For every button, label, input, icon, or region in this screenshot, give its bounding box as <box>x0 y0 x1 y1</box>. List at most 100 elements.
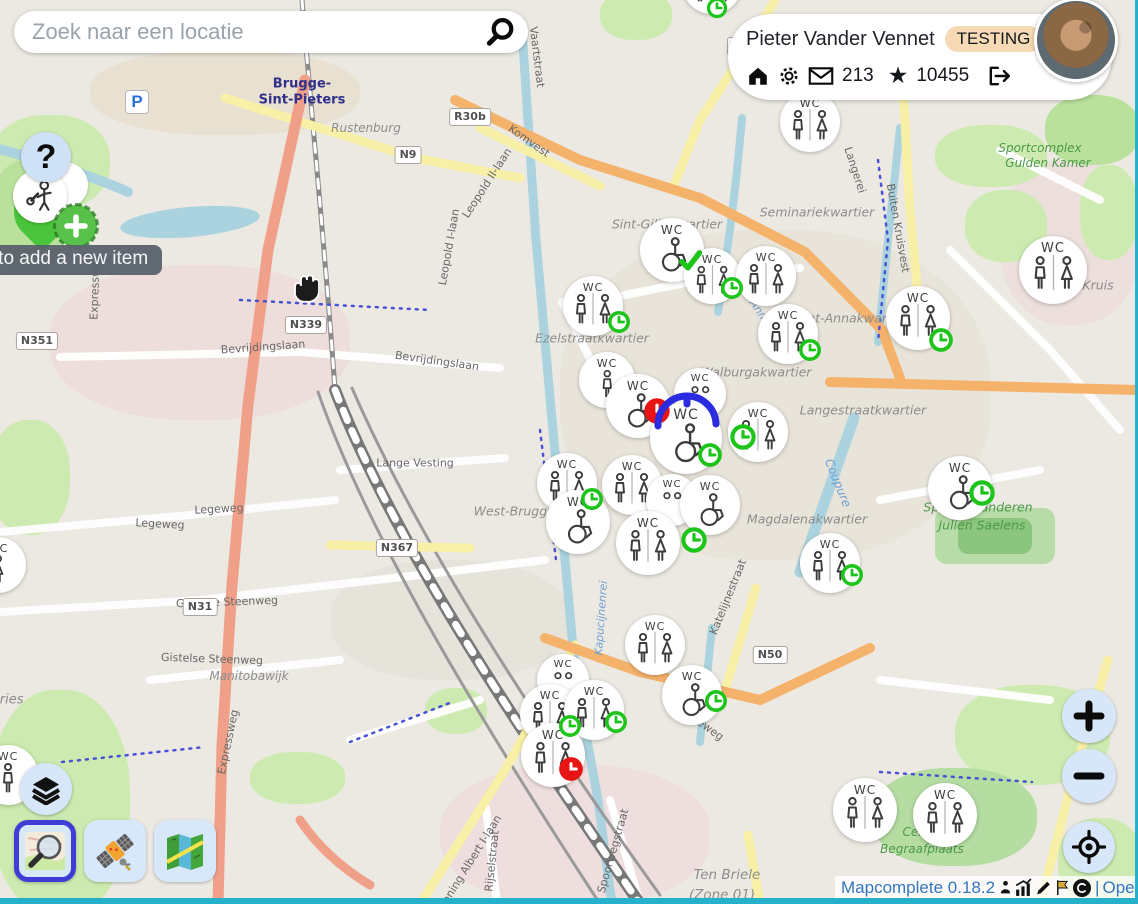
messages-count[interactable]: 213 <box>842 65 874 87</box>
clock-open-badge-icon <box>606 309 632 335</box>
help-button[interactable]: ? <box>21 132 71 182</box>
road-ref-badge: N50 <box>753 646 788 664</box>
attribution-bar: Mapcomplete 0.18.2 | OpenStreetMap <box>835 876 1138 899</box>
folded-map-icon <box>162 828 208 874</box>
layers-button[interactable] <box>20 763 72 815</box>
marker-wc-label: WC <box>663 480 682 490</box>
marker-wc-label: WC <box>691 374 710 384</box>
satellite-icon <box>92 828 138 874</box>
background-chooser <box>14 820 216 882</box>
clock-open-badge-icon <box>719 275 745 301</box>
road-ref-badge: N367 <box>376 539 418 557</box>
road-ref-badge: N339 <box>285 316 327 334</box>
clock-open-badge-icon <box>557 713 583 739</box>
road-ref-badge: N31 <box>183 598 218 616</box>
star-icon: ★ <box>888 64 909 87</box>
marker-wc-label: WC <box>820 539 841 550</box>
license-icon[interactable] <box>1072 878 1092 898</box>
map-marker-wc[interactable]: WC <box>913 783 977 847</box>
marker-wc-label: WC <box>934 789 956 801</box>
clock-open-badge-icon <box>797 337 823 363</box>
user-panel[interactable]: Pieter Vander Vennet TESTING 213 ★ <box>728 14 1112 100</box>
marker-wc-label: WC <box>627 380 649 392</box>
marker-wc-label: WC <box>907 292 929 304</box>
geolocate-icon <box>1071 829 1107 865</box>
clock-open-badge-icon <box>728 422 758 452</box>
user-avatar[interactable] <box>1034 0 1118 82</box>
mapcomplete-app: Brugge-Sint-PietersRustenburgVaartstraat… <box>0 0 1138 904</box>
changes-chart-icon[interactable] <box>1014 878 1033 897</box>
clock-closed-badge-icon <box>557 755 585 783</box>
zoom-in-button[interactable] <box>1062 689 1116 743</box>
map-marker-wc[interactable]: WC <box>736 246 796 306</box>
marker-wc-label: WC <box>700 481 721 492</box>
background-satellite-button[interactable] <box>84 820 146 882</box>
marker-wc-label: WC <box>682 671 703 682</box>
openstreetmap-link[interactable]: OpenStreetMap <box>1102 878 1138 898</box>
geolocate-button[interactable] <box>1063 821 1115 873</box>
map-canvas[interactable]: Brugge-Sint-PietersRustenburgVaartstraat… <box>0 0 1138 904</box>
selection-arc <box>652 392 722 432</box>
marker-wc-label: WC <box>583 282 604 293</box>
bottom-edge-bar <box>0 898 1138 904</box>
clock-open-badge-icon <box>839 562 865 588</box>
clock-open-badge-icon <box>603 709 629 735</box>
marker-wc-label: WC <box>597 358 618 369</box>
attribution-icons <box>998 878 1092 898</box>
parking-icon: P <box>125 90 149 114</box>
testing-badge: TESTING <box>945 26 1043 52</box>
marker-wc-label: WC <box>1041 242 1065 255</box>
search-icon[interactable] <box>480 12 520 52</box>
marker-wc-label: WC <box>854 784 876 796</box>
check-badge-icon <box>675 246 705 276</box>
marker-wc-label: WC <box>0 543 8 554</box>
plus-icon <box>1072 699 1106 733</box>
logout-icon[interactable] <box>987 65 1011 87</box>
background-osm-button[interactable] <box>14 820 76 882</box>
marker-wc-label: WC <box>645 621 666 632</box>
marker-wc-label: WC <box>778 310 799 321</box>
statistics-person-icon[interactable] <box>998 878 1013 897</box>
road-ref-badge: N9 <box>395 146 422 164</box>
add-new-item-button[interactable] <box>55 205 97 247</box>
marker-wc-label: WC <box>0 751 18 762</box>
road-ref-badge: R30b <box>449 108 491 126</box>
marker-wc-label: WC <box>949 462 971 474</box>
map-marker-wc[interactable]: WC <box>780 92 840 152</box>
clock-open-badge-icon <box>579 486 605 512</box>
search-bar <box>14 11 528 53</box>
minus-icon <box>1072 759 1106 793</box>
messages-envelope-icon[interactable] <box>808 66 834 86</box>
clock-open-badge-icon <box>927 326 955 354</box>
home-icon[interactable] <box>746 65 770 87</box>
clock-open-badge-icon <box>703 688 729 714</box>
marker-wc-label: WC <box>584 686 605 697</box>
marker-wc-label: WC <box>756 252 777 263</box>
add-item-tooltip: re to add a new item <box>0 245 162 275</box>
clock-open-badge-icon <box>967 478 997 508</box>
zoom-out-button[interactable] <box>1062 749 1116 803</box>
background-map-button[interactable] <box>154 820 216 882</box>
stars-count[interactable]: 10455 <box>916 65 969 87</box>
marker-wc-label: WC <box>554 660 573 670</box>
search-input[interactable] <box>14 19 480 45</box>
map-marker-wc[interactable]: WC <box>616 511 680 575</box>
clock-open-badge-icon <box>705 0 729 20</box>
map-marker-wc[interactable]: WC <box>625 615 685 675</box>
attribution-separator: | <box>1095 878 1099 898</box>
mapcomplete-version-link[interactable]: Mapcomplete 0.18.2 <box>841 878 995 898</box>
marker-wc-label: WC <box>557 459 578 470</box>
map-marker-wc[interactable]: WC <box>1019 236 1087 304</box>
hand-cursor-icon <box>283 268 319 304</box>
pencil-icon[interactable] <box>1034 878 1053 897</box>
layers-icon <box>30 773 62 805</box>
user-name: Pieter Vander Vennet <box>746 28 935 51</box>
marker-wc-label: WC <box>540 690 561 701</box>
marker-wc-label: WC <box>637 517 659 529</box>
clock-open-badge-icon <box>679 525 709 555</box>
marker-wc-label: WC <box>748 408 769 419</box>
settings-gear-icon[interactable] <box>778 65 800 87</box>
theme-flag-icon[interactable] <box>1054 878 1071 897</box>
map-marker-wc[interactable]: WC <box>833 778 897 842</box>
clock-open-badge-icon <box>696 441 724 469</box>
